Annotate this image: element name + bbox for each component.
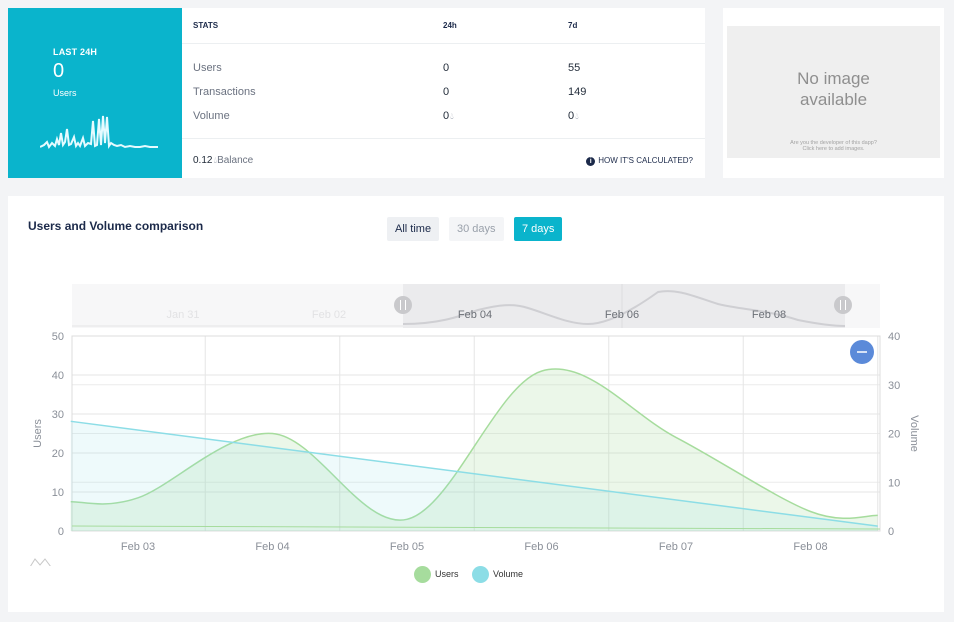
x-tick-label: Feb 03 — [121, 541, 155, 553]
navigator-date-label: Jan 31 — [166, 309, 199, 321]
chart-series — [70, 368, 881, 531]
stats-header-row: STATS 24h 7d — [182, 8, 705, 44]
stats-row-volume-7d: 0💧︎ — [568, 110, 579, 122]
balance: 0.12💧︎Balance — [193, 155, 253, 166]
info-icon: i — [586, 157, 596, 166]
x-tick-label: Feb 06 — [524, 541, 558, 553]
drop-icon: 💧︎ — [575, 111, 579, 121]
stats-footer: 0.12💧︎Balance i HOW IT'S CALCULATED? — [182, 138, 705, 178]
y-axis-label-left: Users — [32, 419, 44, 448]
y-tick-left: 10 — [52, 487, 64, 499]
balance-value: 0.12 — [193, 155, 213, 166]
how-calculated-label: HOW IT'S CALCULATED? — [598, 156, 693, 165]
stats-row-users-24h: 0 — [443, 62, 450, 74]
legend-item-volume[interactable]: Volume — [472, 566, 523, 583]
x-tick-label: Feb 05 — [390, 541, 424, 553]
last-24h-label: LAST 24H — [53, 47, 98, 57]
x-tick-label: Feb 08 — [793, 541, 827, 553]
navigator-right-handle[interactable] — [834, 296, 852, 314]
image-placeholder[interactable]: No image available Are you the developer… — [727, 26, 940, 158]
legend-dot-users — [414, 566, 431, 583]
stats-header-7d: 7d — [568, 21, 578, 30]
stats-row-transactions-7d: 149 — [568, 86, 587, 98]
stats-row-volume-24h: 0💧︎ — [443, 110, 454, 122]
chart-svg: Jan 31 Feb 02 Feb 04 Feb 06 Feb 08 0 10 20 30 40… — [30, 284, 920, 566]
y-tick-left: 50 — [52, 331, 64, 343]
y-axis-label-right: Volume — [908, 415, 920, 452]
stats-row-users-7d: 55 — [568, 62, 581, 74]
y-tick-right: 0 — [888, 526, 894, 538]
y-tick-left: 40 — [52, 370, 64, 382]
navigator-date-label: Feb 04 — [458, 309, 492, 321]
chart-logo-icon — [30, 558, 51, 566]
navigator-date-label: Feb 08 — [752, 309, 786, 321]
stats-header-24h: 24h — [443, 21, 457, 30]
navigator-selection[interactable] — [403, 284, 845, 328]
navigator-date-label: Feb 02 — [312, 309, 346, 321]
y-tick-right: 20 — [888, 429, 900, 441]
y-tick-left: 30 — [52, 409, 64, 421]
stats-row-users-label: Users — [193, 62, 222, 74]
sparkline — [40, 115, 158, 150]
y-tick-right: 10 — [888, 477, 900, 489]
last-24h-card: LAST 24H 0 Users — [8, 8, 182, 178]
legend-dot-volume — [472, 566, 489, 583]
stats-row-transactions-label: Transactions — [193, 86, 256, 98]
stats-row-volume-label: Volume — [193, 110, 230, 122]
y-tick-left: 0 — [58, 526, 64, 538]
legend-item-users[interactable]: Users — [414, 566, 459, 583]
navigator-left-handle[interactable] — [394, 296, 412, 314]
y-tick-right: 30 — [888, 380, 900, 392]
how-calculated-link[interactable]: i HOW IT'S CALCULATED? — [586, 156, 693, 166]
navigator-date-label: Feb 06 — [605, 309, 639, 321]
add-images-hint[interactable]: Are you the developer of this dapp? Clic… — [727, 140, 940, 152]
drop-icon: 💧︎ — [450, 111, 454, 121]
y-tick-left: 20 — [52, 448, 64, 460]
dapp-image-card: No image available Are you the developer… — [723, 8, 944, 178]
x-tick-label: Feb 04 — [255, 541, 289, 553]
stats-header-label: STATS — [193, 21, 219, 30]
stats-table: STATS 24h 7d Users 0 55 Transactions 0 1… — [182, 8, 705, 178]
balance-label: Balance — [217, 155, 254, 166]
y-tick-right: 40 — [888, 331, 900, 343]
stats-row-transactions-24h: 0 — [443, 86, 450, 98]
last-24h-unit: Users — [53, 88, 77, 98]
last-24h-value: 0 — [53, 60, 65, 82]
no-image-text: No image available — [797, 69, 870, 109]
comparison-chart-card: Users and Volume comparison All time 30 … — [8, 196, 944, 612]
x-tick-label: Feb 07 — [659, 541, 693, 553]
